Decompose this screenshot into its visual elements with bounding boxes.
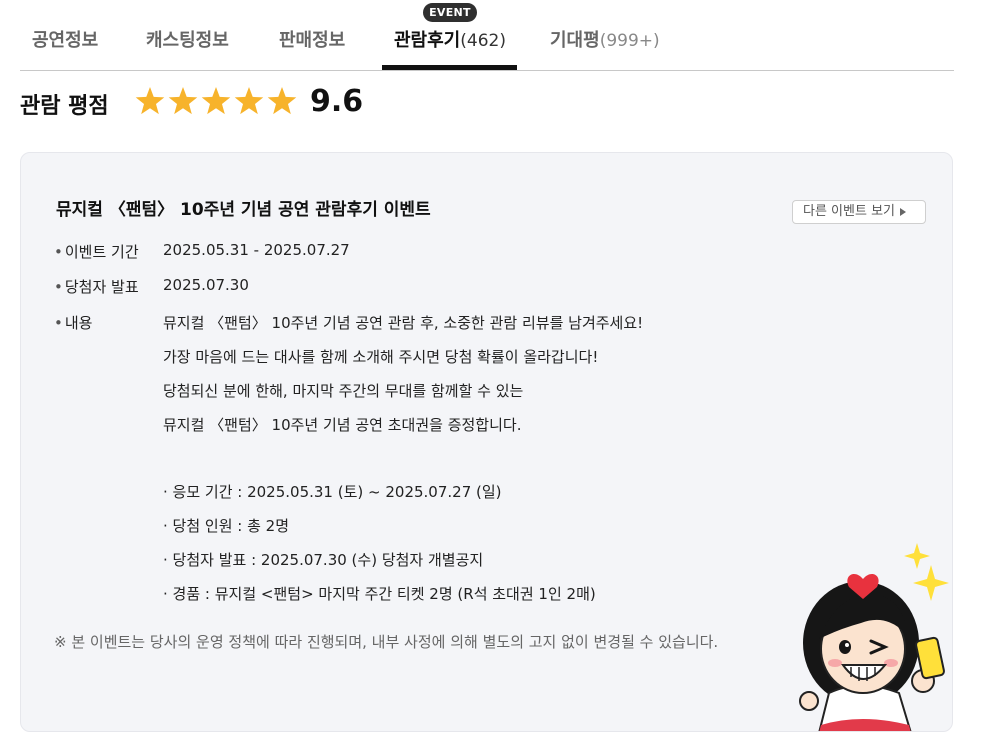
content-label: • 내용 bbox=[54, 312, 92, 333]
star-icon bbox=[201, 87, 231, 115]
rating-score: 9.6 bbox=[310, 84, 364, 119]
tab-expectations[interactable]: 기대평(999+) bbox=[550, 26, 660, 52]
tab-label: 공연정보 bbox=[32, 30, 99, 51]
label-text: 당첨자 발표 bbox=[64, 278, 139, 296]
label-text: 내용 bbox=[64, 314, 93, 332]
bullet-icon: • bbox=[54, 278, 63, 296]
arrow-right-icon bbox=[900, 207, 906, 216]
tab-count: (999+) bbox=[599, 31, 660, 51]
content-line: 뮤지컬 〈팬텀〉 10주년 기념 공연 관람 후, 소중한 관람 리뷰를 남겨주… bbox=[163, 314, 644, 332]
tab-sales-info[interactable]: 판매정보 bbox=[279, 26, 345, 52]
detail-line: · 당첨 인원 : 총 2명 bbox=[163, 517, 290, 535]
event-card: 뮤지컬 〈팬텀〉 10주년 기념 공연 관람후기 이벤트 다른 이벤트 보기 •… bbox=[20, 152, 953, 732]
content-line: 당첨되신 분에 한해, 마지막 주간의 무대를 함께할 수 있는 bbox=[163, 382, 524, 400]
winner-announce-label: • 당첨자 발표 bbox=[54, 276, 139, 297]
cartoon-girl-illustration bbox=[799, 543, 949, 731]
tab-reviews[interactable]: 관람후기(462) bbox=[394, 26, 506, 52]
content-line: 가장 마음에 드는 대사를 함께 소개해 주시면 당첨 확률이 올라갑니다! bbox=[163, 348, 599, 366]
detail-line: · 응모 기간 : 2025.05.31 (토) ~ 2025.07.27 (일… bbox=[163, 483, 502, 501]
detail-line: · 당첨자 발표 : 2025.07.30 (수) 당첨자 개별공지 bbox=[163, 551, 484, 569]
other-events-label: 다른 이벤트 보기 bbox=[803, 204, 895, 219]
tab-label: 판매정보 bbox=[279, 30, 346, 51]
bullet-icon: • bbox=[54, 314, 63, 332]
tab-count: (462) bbox=[460, 31, 506, 51]
detail-line: · 경품 : 뮤지컬 <팬텀> 마지막 주간 티켓 2명 (R석 초대권 1인 … bbox=[163, 585, 596, 603]
tab-label: 캐스팅정보 bbox=[146, 30, 229, 51]
event-period-label: • 이벤트 기간 bbox=[54, 241, 139, 262]
tab-label: 관람후기 bbox=[394, 30, 461, 51]
rating-label: 관람 평점 bbox=[20, 94, 109, 119]
star-icon bbox=[135, 87, 165, 115]
rating-stars bbox=[134, 84, 304, 120]
content-line: 뮤지컬 〈팬텀〉 10주년 기념 공연 초대권을 증정합니다. bbox=[163, 416, 522, 434]
other-events-button[interactable]: 다른 이벤트 보기 bbox=[792, 200, 926, 224]
winner-announce-value: 2025.07.30 bbox=[163, 276, 249, 294]
event-title: 뮤지컬 〈팬텀〉 10주년 기념 공연 관람후기 이벤트 bbox=[56, 200, 431, 220]
event-badge: EVENT bbox=[423, 3, 477, 22]
tab-bar: 공연정보 캐스팅정보 판매정보 EVENT 관람후기(462) 기대평(999+… bbox=[20, 0, 954, 71]
star-icon bbox=[234, 87, 264, 115]
event-notice: ※ 본 이벤트는 당사의 운영 정책에 따라 진행되며, 내부 사정에 의해 별… bbox=[54, 633, 719, 651]
star-icon bbox=[168, 87, 198, 115]
tab-label: 기대평 bbox=[550, 30, 600, 51]
event-period-value: 2025.05.31 - 2025.07.27 bbox=[163, 241, 350, 259]
label-text: 이벤트 기간 bbox=[64, 243, 139, 261]
tab-casting-info[interactable]: 캐스팅정보 bbox=[146, 26, 229, 52]
star-icon bbox=[267, 87, 297, 115]
active-tab-indicator bbox=[382, 65, 517, 70]
tab-performance-info[interactable]: 공연정보 bbox=[32, 26, 98, 52]
stars-svg bbox=[135, 87, 297, 115]
bullet-icon: • bbox=[54, 243, 63, 261]
